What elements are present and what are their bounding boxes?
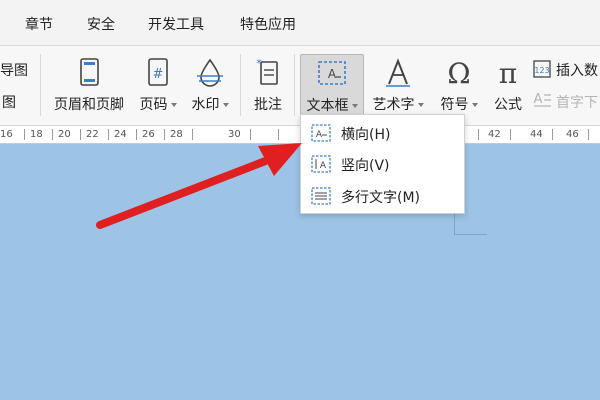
page-margin-mark [454, 214, 487, 235]
menu-item-horizontal[interactable]: A 横向(H) [301, 118, 464, 148]
textbox-label: 文本框 [306, 98, 349, 114]
chevron-down-icon [170, 103, 177, 107]
chevron-down-icon [351, 104, 358, 108]
chevron-down-icon [471, 103, 478, 107]
ruler-tick [52, 129, 53, 140]
menu-item-multiline-label: 多行文字(M) [341, 190, 421, 206]
symbol-label: 符号 [440, 97, 469, 113]
dropcap-icon: A [534, 92, 551, 107]
omega-icon: Ω [447, 57, 470, 90]
ruler-tick [24, 129, 25, 140]
header-footer-icon [80, 58, 99, 86]
ribbon-separator [294, 54, 295, 116]
menu-special-apps[interactable]: 特色应用 [240, 14, 296, 34]
ruler-tick-label: 26 [142, 129, 155, 140]
watermark-label: 水印 [191, 97, 220, 113]
svg-text:#: # [153, 67, 164, 82]
svg-text:A: A [316, 130, 323, 140]
svg-text:π: π [499, 57, 517, 90]
textbox-button[interactable]: A 文本框 [300, 54, 364, 116]
ruler-tick [552, 129, 553, 140]
ruler-tick [108, 129, 109, 140]
horizontal-textbox-icon: A [311, 124, 331, 142]
arrow-head [258, 143, 302, 176]
ribbon-left-partial-bottom[interactable]: 图 [2, 92, 16, 112]
insert-number-icon: 123 [533, 60, 551, 78]
comment-icon: * [256, 57, 278, 85]
ruler-tick-label: 18 [30, 129, 43, 140]
textbox-icon: A [318, 61, 346, 85]
vertical-textbox-icon: A [311, 155, 331, 173]
ruler-tick [80, 129, 81, 140]
menu-item-multiline[interactable]: 多行文字(M) [301, 181, 464, 211]
svg-text:*: * [256, 57, 262, 70]
watermark-icon [197, 58, 223, 87]
dropcap-button[interactable]: 首字下 [556, 92, 598, 112]
page-number-label: 页码 [139, 97, 168, 113]
watermark-button[interactable]: 水印 [186, 50, 234, 120]
wordart-button[interactable]: 艺术字 [368, 50, 428, 120]
ruler-tick-label: 44 [530, 129, 543, 140]
ruler-tick-label: 22 [86, 129, 99, 140]
svg-text:A: A [320, 161, 327, 171]
ruler-tick [136, 129, 137, 140]
comment-button[interactable]: * 批注 [246, 50, 290, 120]
ribbon-separator [240, 54, 241, 116]
comment-label: 批注 [254, 97, 282, 113]
ruler-tick-label: 42 [488, 129, 501, 140]
svg-text:123: 123 [534, 66, 549, 75]
pi-icon: π [499, 57, 517, 90]
chevron-down-icon [222, 103, 229, 107]
ruler-tick [250, 129, 251, 140]
header-footer-button[interactable]: 页眉和页脚 [48, 50, 130, 120]
ruler-tick [192, 129, 193, 140]
ruler-tick-label: 46 [566, 129, 579, 140]
svg-text:A: A [328, 67, 337, 81]
ruler-tick-label: 24 [114, 129, 127, 140]
menu-bar: 章节 安全 开发工具 特色应用 [0, 0, 600, 46]
ribbon-left-partial-top[interactable]: 导图 [0, 60, 28, 80]
menu-item-vertical-label: 竖向(V) [341, 158, 390, 174]
ruler-tick-label: 28 [170, 129, 183, 140]
chevron-down-icon [417, 103, 424, 107]
insert-number-button[interactable]: 插入数 [556, 60, 598, 80]
ruler-tick [164, 129, 165, 140]
menu-item-vertical[interactable]: A 竖向(V) [301, 149, 464, 179]
page-number-icon: # [148, 58, 168, 86]
ruler-tick [278, 129, 279, 140]
ruler-tick [510, 129, 511, 140]
ribbon-separator [40, 54, 41, 116]
ruler-tick [478, 129, 479, 140]
ruler-tick-label: 30 [228, 129, 241, 140]
page-number-button[interactable]: # 页码 [134, 50, 182, 120]
svg-text:A: A [534, 92, 543, 107]
svg-text:Ω: Ω [447, 57, 470, 90]
ruler-tick-label: 16 [0, 129, 13, 140]
textbox-dropdown-menu: A 横向(H) A 竖向(V) 多行文字(M) [300, 114, 465, 214]
wordart-label: 艺术字 [372, 97, 415, 113]
menu-item-horizontal-label: 横向(H) [341, 127, 391, 143]
ruler-tick [588, 129, 589, 140]
arrow-shaft [96, 156, 272, 229]
ruler-tick-label: 20 [58, 129, 71, 140]
menu-security[interactable]: 安全 [87, 14, 115, 34]
formula-label: 公式 [494, 97, 522, 113]
header-footer-label: 页眉和页脚 [54, 97, 124, 113]
formula-button[interactable]: π 公式 [488, 50, 528, 120]
menu-chapter[interactable]: 章节 [25, 14, 53, 34]
menu-developer-tools[interactable]: 开发工具 [148, 14, 204, 34]
symbol-button[interactable]: Ω 符号 [434, 50, 484, 120]
multiline-textbox-icon [311, 187, 331, 205]
wordart-icon [386, 58, 410, 87]
